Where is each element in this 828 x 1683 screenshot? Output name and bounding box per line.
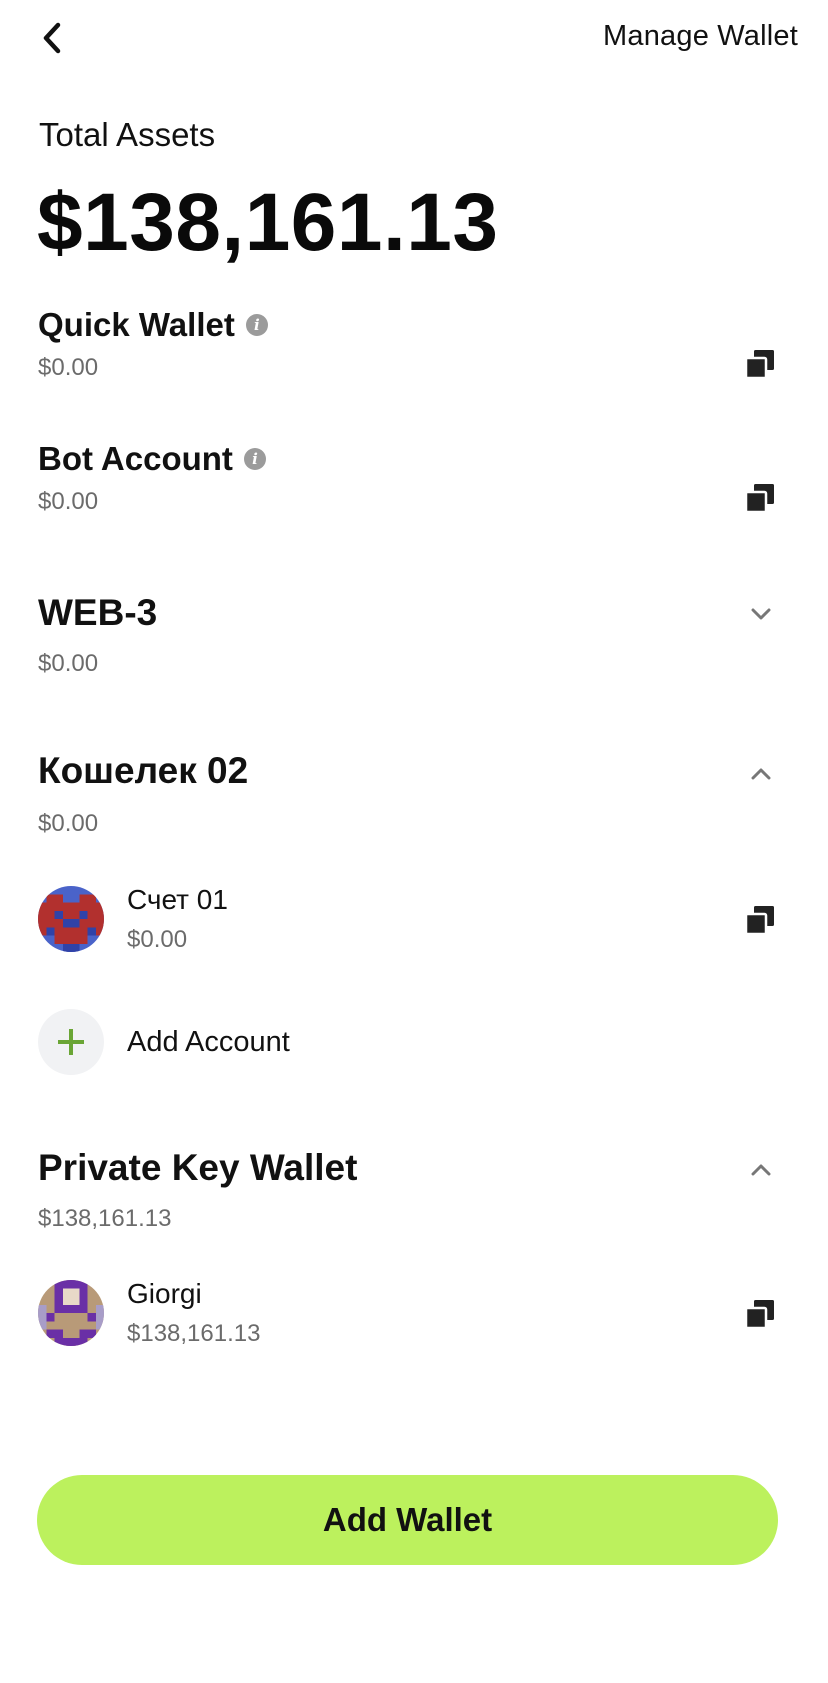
info-icon[interactable]: i <box>243 448 266 470</box>
wallet-row-private-key-wallet[interactable]: Private Key Wallet <box>38 1147 357 1189</box>
wallet-balance: $138,161.13 <box>38 1205 172 1232</box>
wallet-balance: $0.00 <box>38 488 99 515</box>
wallet-balance: $0.00 <box>38 650 99 677</box>
add-account-label[interactable]: Add Account <box>127 1026 290 1059</box>
wallet-balance: $0.00 <box>38 354 99 381</box>
manage-wallet-button[interactable]: Manage Wallet <box>603 20 798 53</box>
info-icon[interactable]: i <box>245 314 268 336</box>
chevron-down-icon <box>751 608 771 620</box>
wallet-row-bot-account[interactable]: Bot Account i <box>38 440 266 478</box>
expand-button[interactable] <box>746 599 776 629</box>
chevron-left-icon <box>43 22 61 54</box>
plus-icon <box>58 1029 84 1055</box>
wallet-balance: $0.00 <box>38 810 99 837</box>
total-assets-value: $138,161.13 <box>37 177 499 268</box>
wallet-name: Кошелек 02 <box>38 750 249 791</box>
pixel-avatar-icon <box>38 1280 104 1346</box>
chevron-up-icon <box>751 1164 771 1176</box>
avatar <box>38 1280 104 1346</box>
wallet-row-koshelek-02[interactable]: Кошелек 02 <box>38 750 248 792</box>
copy-icon[interactable] <box>744 904 776 936</box>
chevron-up-icon <box>751 768 771 780</box>
copy-icon[interactable] <box>744 1298 776 1330</box>
copy-icon[interactable] <box>744 482 776 514</box>
wallet-name: Bot Account <box>38 440 233 477</box>
wallet-row-web3[interactable]: WEB-3 <box>38 592 157 634</box>
account-balance: $138,161.13 <box>127 1320 261 1347</box>
wallet-row-quick-wallet[interactable]: Quick Wallet i <box>38 306 268 344</box>
back-button[interactable] <box>30 16 74 60</box>
top-bar: Manage Wallet <box>0 0 828 90</box>
manage-wallet-screen: Manage Wallet Total Assets $138,161.13 Q… <box>0 0 828 1683</box>
account-balance: $0.00 <box>127 926 188 953</box>
wallet-name: WEB-3 <box>38 592 158 633</box>
collapse-button[interactable] <box>746 759 776 789</box>
wallet-name: Private Key Wallet <box>38 1147 358 1188</box>
wallet-name: Quick Wallet <box>38 306 235 343</box>
add-wallet-button[interactable]: Add Wallet <box>37 1475 778 1565</box>
collapse-button[interactable] <box>746 1155 776 1185</box>
account-name[interactable]: Счет 01 <box>127 884 228 916</box>
total-assets-label: Total Assets <box>39 116 216 153</box>
add-account-button[interactable] <box>38 1009 104 1075</box>
account-name[interactable]: Giorgi <box>127 1278 202 1310</box>
avatar <box>38 886 104 952</box>
copy-icon[interactable] <box>744 348 776 380</box>
pixel-avatar-icon <box>38 886 104 952</box>
